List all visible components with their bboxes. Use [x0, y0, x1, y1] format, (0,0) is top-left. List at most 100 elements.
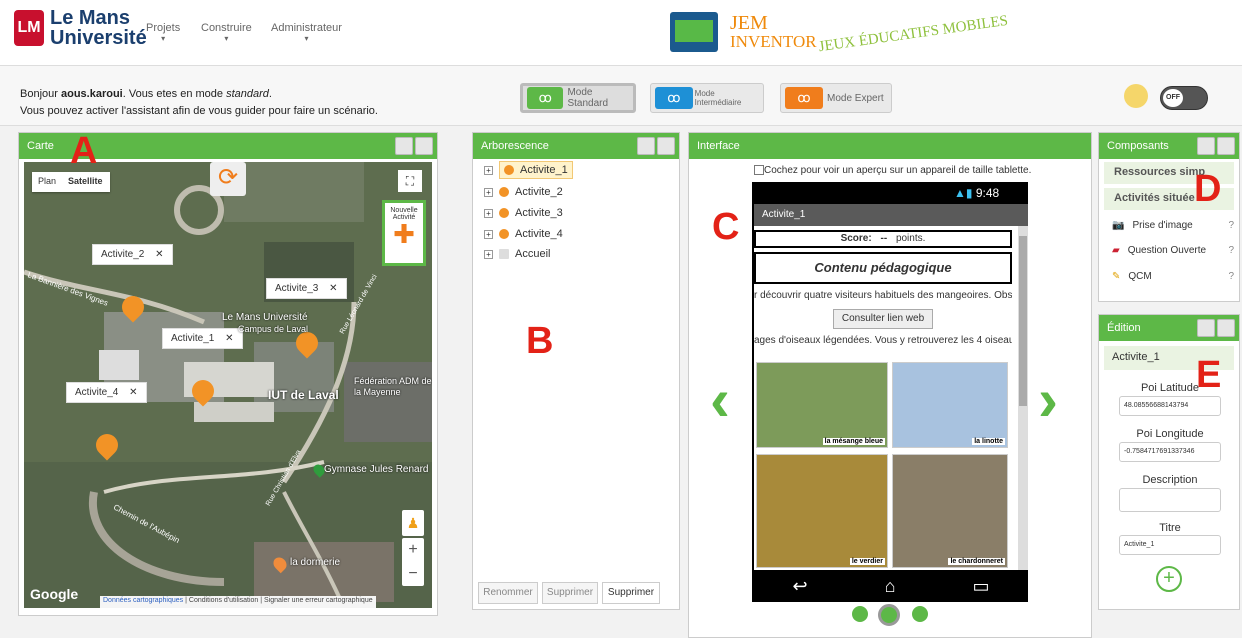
page-dot[interactable]	[852, 606, 868, 622]
map-tag-activite-1[interactable]: Activite_1 ✕	[162, 328, 243, 349]
bird-image-mesange: la mésange bleue	[756, 362, 888, 448]
university-line2: Université	[50, 27, 147, 49]
refresh-icon[interactable]: ⟳	[210, 162, 246, 196]
close-button[interactable]	[1217, 137, 1235, 155]
interface-panel-header: Interface	[689, 133, 1091, 159]
delete-button[interactable]: Supprimer	[602, 582, 660, 604]
fullscreen-icon[interactable]: ⛶	[398, 170, 422, 192]
help-icon[interactable]: ?	[1228, 271, 1234, 282]
help-icon[interactable]: ?	[1228, 245, 1234, 256]
add-field-button[interactable]: +	[1156, 566, 1182, 592]
page-dot[interactable]	[912, 606, 928, 622]
tablet-preview-checkbox[interactable]: Cochez pour voir un aperçu sur un appare…	[754, 165, 1031, 176]
zoom-out-button[interactable]: −	[402, 562, 424, 586]
previous-screen-arrow-icon[interactable]: ‹	[710, 370, 730, 430]
tree-item-activite-4[interactable]: + Activite_4	[484, 228, 563, 240]
expand-icon[interactable]: +	[484, 208, 493, 218]
mode-expert-button[interactable]: ꝏ Mode Expert	[780, 83, 892, 113]
monitor-icon	[670, 12, 718, 52]
zoom-in-button[interactable]: +	[402, 538, 424, 562]
new-activity-button[interactable]: Nouvelle Activité ✚	[382, 200, 426, 266]
chevron-down-icon: ▾	[224, 34, 229, 43]
tree-item-accueil[interactable]: + Accueil	[484, 248, 550, 260]
close-icon[interactable]: ✕	[129, 387, 137, 398]
close-icon[interactable]: ✕	[225, 333, 233, 344]
description-field[interactable]	[1119, 488, 1221, 512]
close-button[interactable]	[657, 137, 675, 155]
component-question-ouverte[interactable]: ▰ Question Ouverte?	[1104, 245, 1234, 256]
next-screen-arrow-icon[interactable]: ›	[1038, 370, 1058, 430]
help-icon[interactable]: ?	[1228, 220, 1234, 231]
nav-administrateur-label: Administrateur	[271, 22, 342, 34]
pin-icon	[504, 165, 514, 176]
mode-standard-button[interactable]: ꝏ Mode Standard	[520, 83, 636, 113]
web-link-button[interactable]: Consulter lien web	[833, 309, 933, 329]
annotation-d: D	[1194, 168, 1222, 210]
home-icon[interactable]: ⌂	[885, 576, 896, 597]
glasses-icon: ꝏ	[655, 87, 693, 109]
expand-icon[interactable]: +	[484, 249, 493, 259]
map-tag-activite-4[interactable]: Activite_4 ✕	[66, 382, 147, 403]
phone-scrollbar[interactable]	[1018, 226, 1028, 570]
map-terms-link[interactable]: Conditions d'utilisation	[189, 597, 258, 604]
mode-end: .	[268, 88, 272, 100]
title-field[interactable]: Activite_1	[1119, 535, 1221, 555]
mode-name: standard	[226, 88, 269, 100]
tag-label: Activite_2	[101, 249, 145, 260]
nav-administrateur[interactable]: Administrateur ▾	[271, 22, 342, 43]
bird-caption: la mésange bleue	[822, 438, 885, 445]
expand-icon[interactable]: +	[484, 187, 493, 197]
minimize-button[interactable]	[637, 137, 655, 155]
mode-intermediate-button[interactable]: ꝏ Mode Intermédiaire	[650, 83, 764, 113]
welcome-message: Bonjour aous.karoui. Vous etes en mode s…	[20, 86, 378, 120]
components-panel-title: Composants	[1107, 140, 1169, 152]
description-label: Description	[1142, 474, 1198, 486]
tree-item-activite-3[interactable]: + Activite_3	[484, 207, 563, 219]
tree-item-activite-1[interactable]: + Activite_1	[484, 161, 573, 179]
expand-icon[interactable]: +	[484, 229, 493, 239]
page-dot-active[interactable]	[878, 604, 900, 626]
close-button[interactable]	[1217, 319, 1235, 337]
back-icon[interactable]: ↩	[793, 576, 808, 597]
map-tag-activite-2[interactable]: Activite_2 ✕	[92, 244, 173, 265]
edition-panel-title: Édition	[1107, 322, 1141, 334]
map-satellite-button[interactable]: Satellite	[62, 172, 109, 192]
edition-panel-header: Édition	[1099, 315, 1239, 341]
map-tag-activite-3[interactable]: Activite_3 ✕	[266, 278, 347, 299]
score-label: Score:	[840, 233, 872, 244]
new-activity-line1: Nouvelle	[390, 207, 418, 214]
close-button[interactable]	[415, 137, 433, 155]
nav-projets[interactable]: Projets ▾	[146, 22, 180, 43]
close-icon[interactable]: ✕	[155, 249, 163, 260]
zoom-control: + −	[402, 538, 424, 586]
interface-panel-title: Interface	[697, 140, 740, 152]
nav-construire[interactable]: Construire ▾	[201, 22, 252, 43]
pegman-icon[interactable]: ♟	[402, 510, 424, 536]
pin-icon	[499, 208, 509, 219]
map-report-link[interactable]: Signaler une erreur cartographique	[264, 597, 373, 604]
assistant-toggle[interactable]: OFF	[1160, 86, 1208, 110]
minimize-button[interactable]	[1197, 319, 1215, 337]
jem-subtitle: JEUX ÉDUCATIFS MOBILES	[817, 12, 1009, 56]
checkbox-label: Cochez pour voir un aperçu sur un appare…	[764, 165, 1032, 176]
delete-button-disabled[interactable]: Supprimer	[542, 582, 598, 604]
rename-button[interactable]: Renommer	[478, 582, 538, 604]
component-prise-image[interactable]: 📷 Prise d'image?	[1104, 220, 1234, 231]
component-qcm[interactable]: ✎ QCM?	[1104, 271, 1234, 282]
map-data-link[interactable]: Données cartographiques	[103, 597, 183, 604]
recent-apps-icon[interactable]: ▭	[972, 576, 989, 597]
minimize-button[interactable]	[395, 137, 413, 155]
checkbox[interactable]	[754, 165, 764, 176]
tree-item-activite-2[interactable]: + Activite_2	[484, 186, 563, 198]
minimize-button[interactable]	[1197, 137, 1215, 155]
close-icon[interactable]: ✕	[329, 283, 337, 294]
map-plan-button[interactable]: Plan	[32, 172, 62, 192]
map-view[interactable]: Plan Satellite ⟳ ⛶ Nouvelle Activité ✚ A…	[24, 162, 432, 608]
longitude-field[interactable]: -0.7584717691337346	[1119, 442, 1221, 462]
page-icon	[499, 249, 509, 260]
bird-image-linotte: la linotte	[892, 362, 1008, 448]
component-label: Question Ouverte	[1127, 245, 1207, 256]
pin-icon	[499, 229, 509, 240]
latitude-field[interactable]: 48.08556688143794	[1119, 396, 1221, 416]
expand-icon[interactable]: +	[484, 165, 493, 175]
